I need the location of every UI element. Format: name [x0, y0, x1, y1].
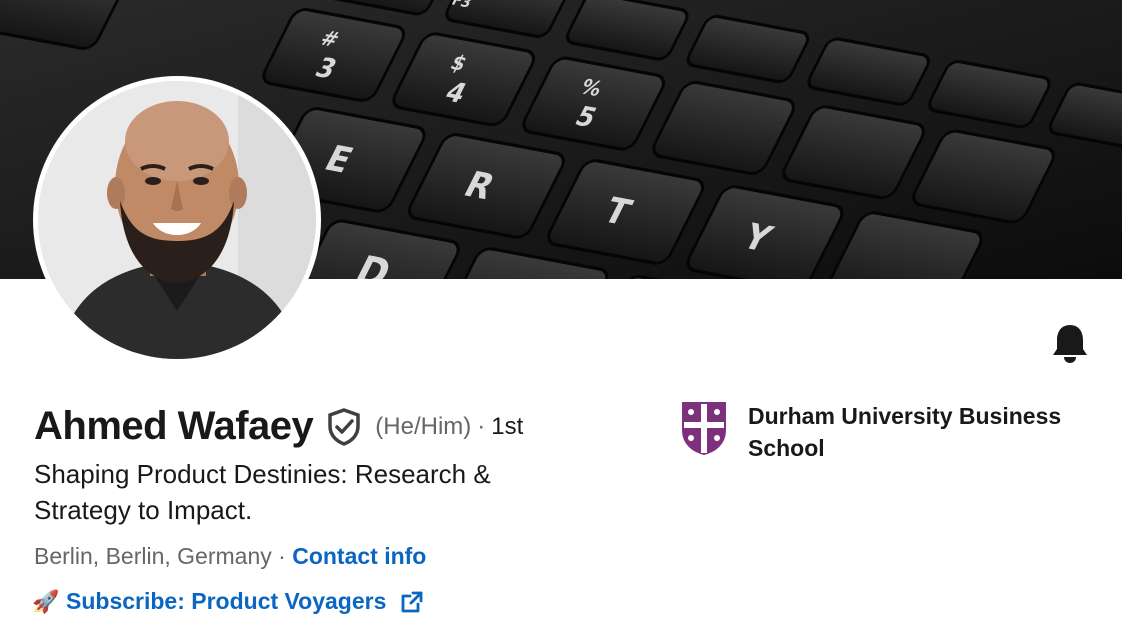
avatar-image	[38, 81, 316, 359]
profile-photo[interactable]	[33, 76, 321, 364]
shield-check-icon[interactable]	[327, 407, 361, 446]
notifications-bell-button[interactable]	[1050, 322, 1090, 364]
durham-crest-icon	[682, 402, 726, 455]
pronouns: (He/Him)	[375, 412, 472, 440]
subscribe-row: 🚀 Subscribe: Product Voyagers	[32, 588, 424, 615]
avatar[interactable]	[38, 81, 316, 359]
education-school-link[interactable]: Durham University Business School	[680, 400, 1108, 464]
separator-dot: ·	[278, 543, 286, 569]
location-row: Berlin, Berlin, Germany · Contact info	[34, 543, 426, 570]
name-row: Ahmed Wafaey (He/Him) · 1st	[34, 404, 523, 449]
connection-degree: 1st	[491, 412, 524, 440]
school-name: Durham University Business School	[748, 403, 1062, 461]
external-link-icon[interactable]	[400, 590, 424, 614]
profile-headline: Shaping Product Destinies: Research & St…	[34, 459, 491, 525]
subscribe-newsletter-link[interactable]: Subscribe: Product Voyagers	[66, 588, 386, 615]
separator-dot: ·	[477, 412, 486, 440]
location-text: Berlin, Berlin, Germany	[34, 543, 272, 569]
contact-info-link[interactable]: Contact info	[292, 543, 426, 569]
bell-icon	[1053, 325, 1087, 363]
profile-name: Ahmed Wafaey	[34, 404, 314, 448]
rocket-icon: 🚀	[32, 588, 60, 614]
